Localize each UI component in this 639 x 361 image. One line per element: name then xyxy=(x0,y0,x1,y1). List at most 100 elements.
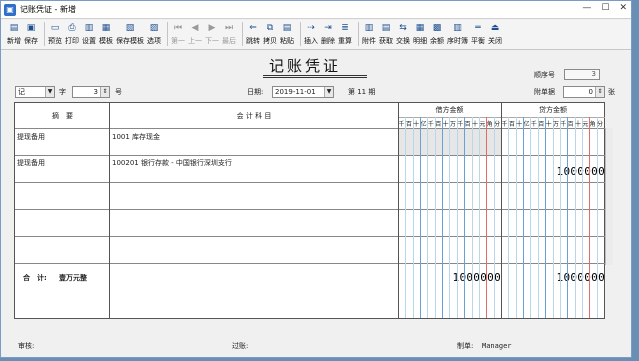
toolbar-recalc-button[interactable]: ≣ 重算 xyxy=(338,22,352,46)
toolbar-next-button[interactable]: ▶ 下一 xyxy=(205,22,219,46)
header-summary: 摘 要 xyxy=(52,112,73,120)
credit-digit-header: 分 xyxy=(596,121,603,128)
toolbar-label: 模板 xyxy=(99,37,113,45)
preview-icon: ▭ xyxy=(50,23,60,33)
insert-icon: ⇢ xyxy=(307,23,315,33)
toolbar-save-template-button[interactable]: ▧ 保存模板 xyxy=(116,22,144,46)
toolbar-close-door-button[interactable]: ⏏ 关闭 xyxy=(488,22,502,46)
toolbar-jump-button[interactable]: ⇐ 跳转 xyxy=(246,22,260,46)
voucher-app-icon: ▣ xyxy=(4,3,16,16)
credit-digit-header: 万 xyxy=(552,121,559,128)
column-divider xyxy=(398,103,399,318)
toolbar-label: 余额 xyxy=(430,37,444,45)
chevron-down-icon[interactable]: ▼ xyxy=(45,87,54,97)
minimize-icon[interactable]: — xyxy=(582,3,591,13)
voucher-number-value: 3 xyxy=(93,88,98,96)
toolbar-label: 重算 xyxy=(338,37,352,45)
toolbar-settings-button[interactable]: ▥ 设置 xyxy=(82,22,96,46)
date-picker[interactable]: 2019-11-01 ▼ xyxy=(272,86,334,98)
copy-icon: ⧉ xyxy=(266,23,274,33)
header-account: 会 计 科 目 xyxy=(236,112,272,120)
voucher-word-select[interactable]: 记 ▼ xyxy=(15,86,55,98)
grid-scrollbar[interactable] xyxy=(605,128,613,265)
voucher-entry-grid: 摘 要 会 计 科 目 借方金额 贷方金额 提现备用 1001 库存现金 100… xyxy=(14,102,613,319)
toolbar-journal-button[interactable]: ▥ 序时簿 xyxy=(447,22,468,46)
date-value: 2019-11-01 xyxy=(275,88,316,96)
toolbar-save-button[interactable]: ▣ 保存 xyxy=(24,22,38,46)
toolbar-equal-button[interactable]: ═ 平衡 xyxy=(471,22,485,46)
digit-separator xyxy=(412,117,414,318)
row2-summary[interactable]: 提现备用 xyxy=(17,158,45,168)
credit-digit-header: 百 xyxy=(567,121,574,128)
debit-digit-header: 分 xyxy=(494,121,501,128)
prev-icon: ◀ xyxy=(191,23,199,33)
recalc-icon: ≣ xyxy=(341,23,349,33)
journal-icon: ▥ xyxy=(453,23,462,33)
debit-digit-header: 角 xyxy=(486,121,493,128)
toolbar-template-button[interactable]: ▦ 模板 xyxy=(99,22,113,46)
toolbar-label: 插入 xyxy=(304,37,318,45)
debit-digit-header: 千 xyxy=(398,121,405,128)
detail-icon: ▦ xyxy=(415,23,425,33)
credit-digit-header: 十 xyxy=(545,121,552,128)
toolbar-label: 打印 xyxy=(65,37,79,45)
digit-separator xyxy=(596,117,598,318)
toolbar-label: 最后 xyxy=(222,37,236,45)
credit-digit-header: 亿 xyxy=(523,121,530,128)
close-icon[interactable]: ✕ xyxy=(619,3,627,13)
equal-icon: ═ xyxy=(475,23,481,33)
spin-arrows-icon[interactable]: ⇕ xyxy=(100,87,109,97)
voucher-footer: 审核: 过账: 制单: Manager xyxy=(1,339,633,353)
spin-arrows-icon[interactable]: ⇕ xyxy=(595,87,604,97)
toolbar-label: 跳转 xyxy=(246,37,260,45)
row1-summary[interactable]: 提现备用 xyxy=(17,132,45,142)
debit-digit-header: 元 xyxy=(479,121,486,128)
toolbar-swap-button[interactable]: ⇆ 交换 xyxy=(396,22,410,46)
digit-separator xyxy=(530,117,532,318)
toolbar: ▤ 新增 ▣ 保存 ▭ 预览 ⎙ 打印 ▥ 设置 ▦ 模板 ▧ 保存模板 ▨ 选项 ⏮ 第一 ◀ 上一 ▶ 下一 ⏭ 最后 ⇐ 跳… xyxy=(1,20,631,50)
toolbar-first-button[interactable]: ⏮ 第一 xyxy=(171,22,185,46)
maker-label: 制单: xyxy=(457,342,474,350)
voucher-window: ▣ 记账凭证 - 新增 — ☐ ✕ ▤ 新增 ▣ 保存 ▭ 预览 ⎙ 打印 ▥ 设置 ▦ 模板 ▧ 保存模… xyxy=(0,0,632,358)
debit-digit-header: 百 xyxy=(405,121,412,128)
toolbar-copy-button[interactable]: ⧉ 拷贝 xyxy=(263,22,277,46)
attachment-count-stepper[interactable]: 0 ⇕ xyxy=(563,86,605,98)
row2-account[interactable]: 100201 银行存款 - 中国银行深圳支行 xyxy=(112,158,232,168)
calendar-dropdown-icon[interactable]: ▼ xyxy=(324,87,333,97)
toolbar-detail-button[interactable]: ▦ 明细 xyxy=(413,22,427,46)
toolbar-print-button[interactable]: ⎙ 打印 xyxy=(65,22,79,46)
date-label: 日期: xyxy=(247,88,264,96)
voucher-title: 记账凭证 xyxy=(269,57,342,75)
toolbar-delete-button[interactable]: ⇥ 删除 xyxy=(321,22,335,46)
toolbar-label: 下一 xyxy=(205,37,219,45)
digit-separator xyxy=(552,117,554,318)
toolbar-label: 设置 xyxy=(82,37,96,45)
new-icon: ▤ xyxy=(9,23,19,33)
credit-digit-header: 十 xyxy=(574,121,581,128)
debit-digit-header: 十 xyxy=(471,121,478,128)
toolbar-label: 交换 xyxy=(396,37,410,45)
digit-separator xyxy=(559,117,561,318)
toolbar-label: 序时簿 xyxy=(447,37,468,45)
toolbar-fetch-button[interactable]: ▤ 获取 xyxy=(379,22,393,46)
toolbar-prev-button[interactable]: ◀ 上一 xyxy=(188,22,202,46)
header-credit: 贷方金额 xyxy=(539,106,567,114)
toolbar-label: 第一 xyxy=(171,37,185,45)
toolbar-insert-button[interactable]: ⇢ 插入 xyxy=(304,22,318,46)
toolbar-new-button[interactable]: ▤ 新增 xyxy=(7,22,21,46)
toolbar-label: 获取 xyxy=(379,37,393,45)
digit-separator xyxy=(434,117,436,318)
toolbar-balance-button[interactable]: ▩ 余额 xyxy=(430,22,444,46)
toolbar-attachment-button[interactable]: ▥ 附件 xyxy=(362,22,376,46)
toolbar-last-button[interactable]: ⏭ 最后 xyxy=(222,22,236,46)
swap-icon: ⇆ xyxy=(399,23,407,33)
toolbar-options-button[interactable]: ▨ 选项 xyxy=(147,22,161,46)
toolbar-paste-button[interactable]: ▤ 粘贴 xyxy=(280,22,294,46)
row1-account[interactable]: 1001 库存现金 xyxy=(112,132,160,142)
toolbar-preview-button[interactable]: ▭ 预览 xyxy=(48,22,62,46)
debit-digit-header: 亿 xyxy=(420,121,427,128)
voucher-number-stepper[interactable]: 3 ⇕ xyxy=(72,86,110,98)
maximize-icon[interactable]: ☐ xyxy=(601,3,609,13)
window-title: 记账凭证 - 新增 xyxy=(20,5,76,14)
digit-separator xyxy=(442,117,444,318)
